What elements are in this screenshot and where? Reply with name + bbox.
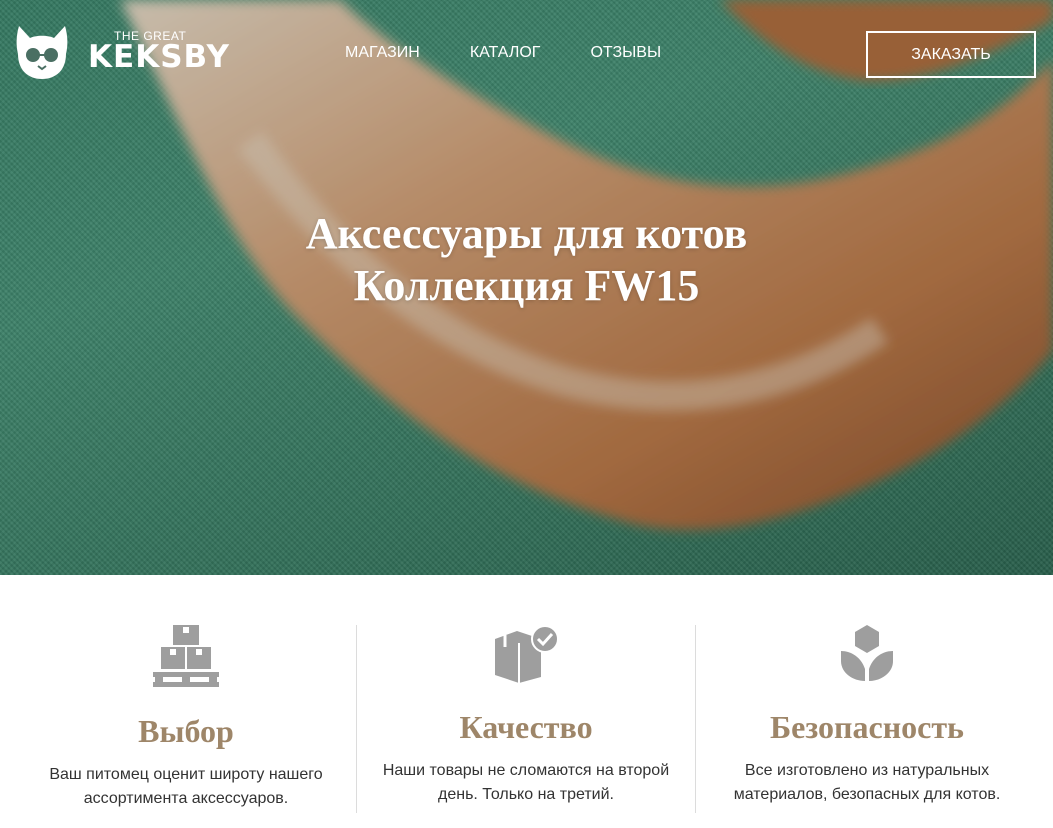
logo[interactable]: THE GREAT KEKSBY — [16, 24, 230, 80]
nav-item-catalog[interactable]: КАТАЛОГ — [470, 44, 541, 62]
nav-item-reviews[interactable]: ОТЗЫВЫ — [590, 44, 661, 62]
main-nav: МАГАЗИН КАТАЛОГ ОТЗЫВЫ — [345, 44, 711, 62]
feature-text: Ваш питомец оценит широту нашего ассорти… — [49, 766, 323, 807]
hero-title-line-2: Коллекция FW15 — [353, 261, 700, 310]
feature-choice: Выбор Ваш питомец оценит широту нашего а… — [16, 625, 356, 811]
leaf-hex-icon — [841, 625, 893, 681]
cat-logo-icon — [16, 26, 68, 79]
feature-title: Безопасность — [770, 709, 964, 745]
feature-text: Все изготовлено из натуральных материало… — [733, 762, 1001, 803]
hero-title: Аксессуары для котов Коллекция FW15 — [0, 208, 1053, 312]
feature-title: Выбор — [138, 713, 234, 749]
feature-safety: Безопасность Все изготовлено из натураль… — [697, 625, 1037, 807]
box-check-icon — [495, 625, 559, 683]
feature-text: Наши товары не сломаются на второй день.… — [382, 762, 670, 803]
features: Выбор Ваш питомец оценит широту нашего а… — [0, 575, 1053, 828]
logo-text: THE GREAT KEKSBY — [88, 24, 230, 80]
logo-name: KEKSBY — [88, 39, 230, 75]
feature-title: Качество — [459, 709, 593, 745]
nav-item-shop[interactable]: МАГАЗИН — [345, 44, 420, 62]
hero-title-line-1: Аксессуары для котов — [305, 209, 748, 258]
boxes-icon — [153, 625, 219, 687]
feature-quality: Качество Наши товары не сломаются на вто… — [356, 625, 696, 813]
order-button[interactable]: ЗАКАЗАТЬ — [866, 31, 1036, 78]
hero: THE GREAT KEKSBY МАГАЗИН КАТАЛОГ ОТЗЫВЫ … — [0, 0, 1053, 575]
